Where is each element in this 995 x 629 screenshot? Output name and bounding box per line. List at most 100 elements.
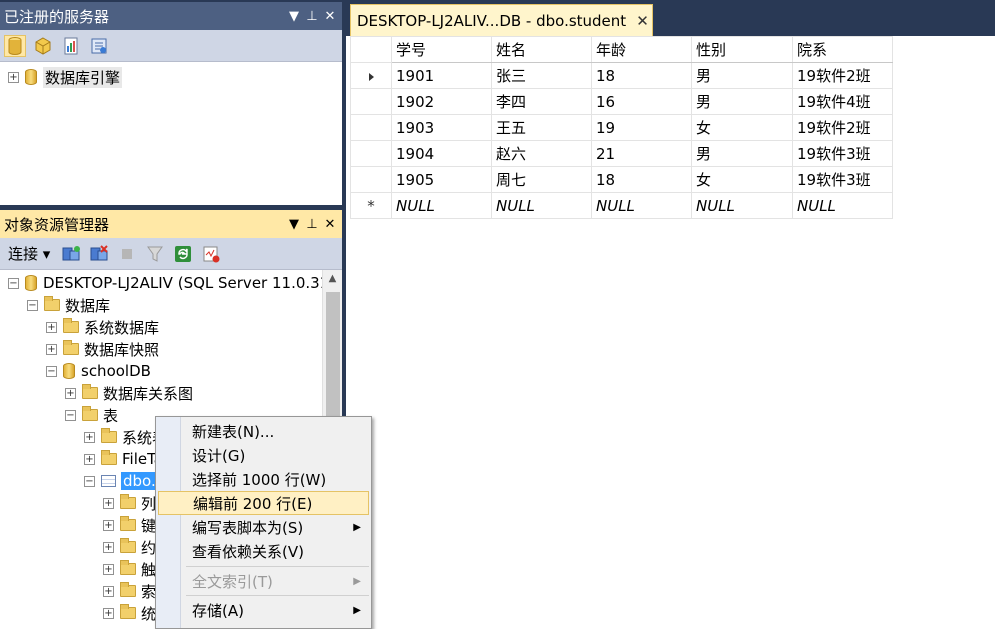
grid-cell[interactable]: 男 xyxy=(691,88,793,115)
grid-cell[interactable]: 19软件2班 xyxy=(792,114,893,141)
grid-cell-null[interactable]: NULL xyxy=(391,192,492,219)
collapse-icon[interactable]: − xyxy=(84,475,95,487)
close-icon[interactable]: ✕ xyxy=(324,217,336,232)
tree-node-databases[interactable]: − 数据库 xyxy=(27,294,110,316)
tree-node-system-databases[interactable]: + 系统数据库 xyxy=(46,316,159,338)
expand-icon[interactable]: + xyxy=(103,497,114,509)
tree-node-db-diagrams[interactable]: + 数据库关系图 xyxy=(65,382,193,404)
expand-icon[interactable]: + xyxy=(103,585,114,597)
grid-cell[interactable]: 1901 xyxy=(391,62,492,89)
table-row[interactable]: 1902 李四 16 男 19软件4班 xyxy=(350,88,893,115)
tree-node-tables[interactable]: − 表 xyxy=(65,404,118,426)
connect-server-icon[interactable] xyxy=(60,243,82,265)
grid-cell-null[interactable]: NULL xyxy=(691,192,793,219)
current-row-indicator[interactable] xyxy=(350,62,392,89)
collapse-icon[interactable]: − xyxy=(65,409,76,421)
tree-node-db-snapshots[interactable]: + 数据库快照 xyxy=(46,338,159,360)
tree-node-database-engine[interactable]: + 数据库引擎 xyxy=(8,66,123,88)
database-engine-icon[interactable] xyxy=(4,34,26,57)
expand-icon[interactable]: + xyxy=(8,71,19,83)
grid-cell[interactable]: 1903 xyxy=(391,114,492,141)
row-header[interactable] xyxy=(350,166,392,193)
grid-cell[interactable]: 18 xyxy=(591,62,692,89)
expand-icon[interactable]: + xyxy=(46,343,57,355)
grid-cell[interactable]: 周七 xyxy=(491,166,592,193)
grid-cell-null[interactable]: NULL xyxy=(792,192,893,219)
menu-item-view-dependencies[interactable]: 查看依赖关系(V) xyxy=(158,539,369,563)
grid-cell[interactable]: 男 xyxy=(691,62,793,89)
filter-icon[interactable] xyxy=(144,243,166,265)
connect-button[interactable]: 连接 ▾ xyxy=(4,243,54,264)
expand-icon[interactable]: + xyxy=(84,431,95,443)
dropdown-icon[interactable]: ▼ xyxy=(288,9,300,24)
integration-services-icon[interactable] xyxy=(88,35,110,57)
close-icon[interactable]: ✕ xyxy=(636,12,649,30)
close-icon[interactable]: ✕ xyxy=(324,9,336,24)
dropdown-icon[interactable]: ▼ xyxy=(288,217,300,232)
menu-item-select-top[interactable]: 选择前 1000 行(W) xyxy=(158,467,369,491)
grid-cell[interactable]: 19软件2班 xyxy=(792,62,893,89)
new-row[interactable]: * NULL NULL NULL NULL NULL xyxy=(350,192,893,219)
menu-item-storage[interactable]: 存储(A) ▶ xyxy=(158,598,369,622)
menu-item-script-as[interactable]: 编写表脚本为(S) ▶ xyxy=(158,515,369,539)
grid-cell[interactable]: 1904 xyxy=(391,140,492,167)
grid-cell[interactable]: 女 xyxy=(691,166,793,193)
menu-item-design[interactable]: 设计(G) xyxy=(158,443,369,467)
grid-cell-null[interactable]: NULL xyxy=(591,192,692,219)
grid-cell[interactable]: 19软件3班 xyxy=(792,166,893,193)
row-header-corner[interactable] xyxy=(350,36,392,63)
collapse-icon[interactable]: − xyxy=(46,365,57,377)
table-row[interactable]: 1904 赵六 21 男 19软件3班 xyxy=(350,140,893,167)
grid-cell[interactable]: 王五 xyxy=(491,114,592,141)
menu-item-new-table[interactable]: 新建表(N)... xyxy=(158,419,369,443)
menu-item-edit-top[interactable]: 编辑前 200 行(E) xyxy=(158,491,369,515)
column-header[interactable]: 学号 xyxy=(391,36,492,63)
column-header[interactable]: 院系 xyxy=(792,36,893,63)
reporting-services-icon[interactable] xyxy=(60,35,82,57)
tab-dbo-student[interactable]: DESKTOP-LJ2ALIV...DB - dbo.student ✕ xyxy=(350,4,653,36)
grid-cell[interactable]: 男 xyxy=(691,140,793,167)
column-header[interactable]: 姓名 xyxy=(491,36,592,63)
grid-cell-null[interactable]: NULL xyxy=(491,192,592,219)
tree-node-schooldb[interactable]: − schoolDB xyxy=(46,360,151,382)
grid-cell[interactable]: 李四 xyxy=(491,88,592,115)
table-row[interactable]: 1905 周七 18 女 19软件3班 xyxy=(350,166,893,193)
row-header[interactable] xyxy=(350,88,392,115)
scroll-up-icon[interactable]: ▲ xyxy=(323,270,342,288)
expand-icon[interactable]: + xyxy=(46,321,57,333)
expand-icon[interactable]: + xyxy=(103,541,114,553)
tree-node-keys[interactable]: + 键 xyxy=(103,514,156,536)
column-header[interactable]: 年龄 xyxy=(591,36,692,63)
pin-icon[interactable]: ⊥ xyxy=(306,217,318,232)
tree-node-server[interactable]: − DESKTOP-LJ2ALIV (SQL Server 11.0.31 xyxy=(8,272,329,294)
expand-icon[interactable]: + xyxy=(103,519,114,531)
grid-cell[interactable]: 1902 xyxy=(391,88,492,115)
column-header[interactable]: 性别 xyxy=(691,36,793,63)
new-row-marker[interactable]: * xyxy=(350,192,392,219)
expand-icon[interactable]: + xyxy=(84,453,95,465)
stop-icon[interactable] xyxy=(116,243,138,265)
analysis-services-icon[interactable] xyxy=(32,35,54,57)
disconnect-server-icon[interactable] xyxy=(88,243,110,265)
collapse-icon[interactable]: − xyxy=(8,277,19,289)
tree-node-columns[interactable]: + 列 xyxy=(103,492,156,514)
grid-cell[interactable]: 张三 xyxy=(491,62,592,89)
grid-cell[interactable]: 18 xyxy=(591,166,692,193)
refresh-icon[interactable] xyxy=(172,243,194,265)
expand-icon[interactable]: + xyxy=(103,563,114,575)
table-row[interactable]: 1901 张三 18 男 19软件2班 xyxy=(350,62,893,89)
row-header[interactable] xyxy=(350,140,392,167)
grid-cell[interactable]: 19软件3班 xyxy=(792,140,893,167)
grid-cell[interactable]: 1905 xyxy=(391,166,492,193)
row-header[interactable] xyxy=(350,114,392,141)
grid-cell[interactable]: 21 xyxy=(591,140,692,167)
grid-cell[interactable]: 16 xyxy=(591,88,692,115)
table-row[interactable]: 1903 王五 19 女 19软件2班 xyxy=(350,114,893,141)
expand-icon[interactable]: + xyxy=(65,387,76,399)
pin-icon[interactable]: ⊥ xyxy=(306,9,318,24)
collapse-icon[interactable]: − xyxy=(27,299,38,311)
grid-cell[interactable]: 19 xyxy=(591,114,692,141)
expand-icon[interactable]: + xyxy=(103,607,114,619)
activity-monitor-icon[interactable] xyxy=(200,243,222,265)
grid-cell[interactable]: 赵六 xyxy=(491,140,592,167)
